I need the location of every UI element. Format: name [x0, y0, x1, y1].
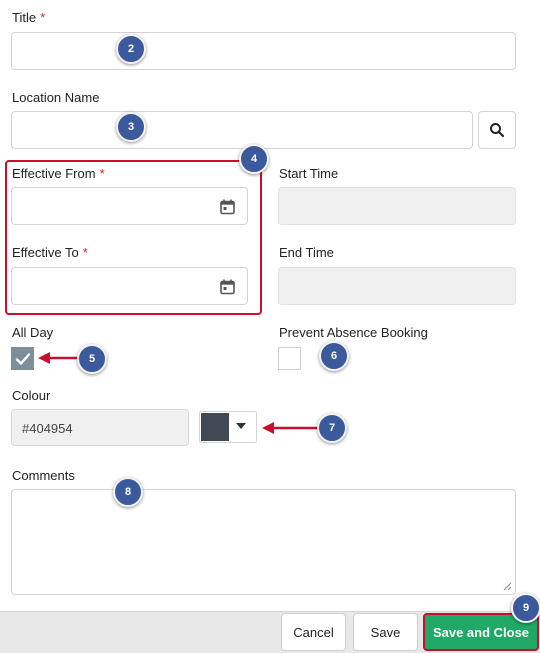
annotation-arrows	[38, 352, 318, 434]
annotation-badge-9: 9	[511, 593, 540, 623]
annotation-badge-8: 8	[113, 477, 143, 507]
annotation-badge-7: 7	[317, 413, 347, 443]
annotation-badge-3: 3	[116, 112, 146, 142]
annotation-badge-4: 4	[239, 144, 269, 174]
annotation-badge-2: 2	[116, 34, 146, 64]
arrow-5	[38, 352, 78, 364]
annotation-badge-6: 6	[319, 341, 349, 371]
annotation-badge-5: 5	[77, 344, 107, 374]
arrow-7	[262, 422, 318, 434]
